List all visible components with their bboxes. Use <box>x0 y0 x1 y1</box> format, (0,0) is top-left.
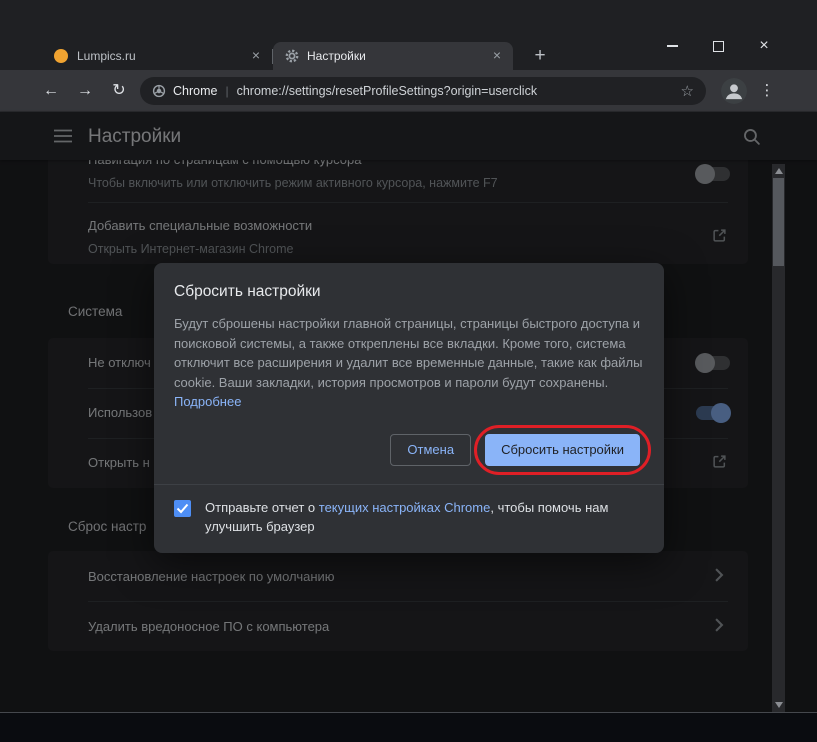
url-text[interactable]: chrome://settings/resetProfileSettings?o… <box>237 84 673 98</box>
scroll-down-arrow[interactable] <box>774 702 783 708</box>
new-tab-button[interactable]: + <box>527 44 553 70</box>
forward-button[interactable]: → <box>70 76 100 106</box>
tab-lumpics[interactable]: Lumpics.ru × <box>42 42 272 70</box>
tab-close-icon[interactable]: × <box>489 48 505 64</box>
gear-icon <box>285 49 299 63</box>
tab-settings[interactable]: Настройки × <box>273 42 513 70</box>
close-icon: × <box>759 37 769 54</box>
tab-close-icon[interactable]: × <box>248 48 264 64</box>
reload-button[interactable]: ↻ <box>104 76 134 106</box>
address-bar[interactable]: Chrome | chrome://settings/resetProfileS… <box>140 77 706 105</box>
confirm-button-wrap: Сбросить настройки <box>474 424 651 475</box>
reset-settings-dialog: Сбросить настройки Будут сброшены настро… <box>154 263 664 553</box>
dialog-actions: Отмена Сбросить настройки <box>154 412 664 484</box>
maximize-icon <box>712 40 724 52</box>
report-checkbox[interactable] <box>174 499 191 517</box>
cancel-button[interactable]: Отмена <box>390 433 472 466</box>
chrome-icon <box>152 84 166 98</box>
window-bottom-edge <box>0 712 817 742</box>
scrollbar-thumb[interactable] <box>773 178 784 266</box>
back-button[interactable]: ← <box>36 76 66 106</box>
dialog-body-text: Будут сброшены настройки главной страниц… <box>174 316 643 390</box>
lumpics-favicon <box>54 49 68 63</box>
site-chip: Chrome <box>173 84 218 98</box>
minimize-icon <box>666 45 678 47</box>
chip-separator: | <box>225 84 229 98</box>
titlebar: Lumpics.ru × Настройки × + × <box>0 0 817 70</box>
reset-settings-button[interactable]: Сбросить настройки <box>485 433 640 466</box>
scroll-up-arrow[interactable] <box>774 168 783 174</box>
bookmark-star-icon[interactable]: ☆ <box>681 82 694 100</box>
minimize-button[interactable] <box>649 32 695 60</box>
checkbox-text-prefix: Отправьте отчет о <box>205 499 319 515</box>
profile-avatar[interactable] <box>721 78 747 104</box>
current-settings-link[interactable]: текущих настройках Chrome <box>319 500 491 515</box>
tab-label: Lumpics.ru <box>77 49 136 63</box>
browser-menu-button[interactable]: ⋮ <box>753 76 781 106</box>
learn-more-link[interactable]: Подробнее <box>174 394 241 409</box>
close-window-button[interactable]: × <box>741 32 787 60</box>
dialog-body: Будут сброшены настройки главной страниц… <box>174 314 644 412</box>
tab-label: Настройки <box>307 49 366 63</box>
report-settings-row: Отправьте отчет о текущих настройках Chr… <box>154 485 664 553</box>
maximize-button[interactable] <box>695 32 741 60</box>
report-checkbox-label: Отправьте отчет о текущих настройках Chr… <box>205 498 644 536</box>
browser-window: Lumpics.ru × Настройки × + × ← → ↻ Chrom… <box>0 0 817 742</box>
scrollbar[interactable] <box>772 164 785 712</box>
dialog-title: Сбросить настройки <box>174 283 321 300</box>
